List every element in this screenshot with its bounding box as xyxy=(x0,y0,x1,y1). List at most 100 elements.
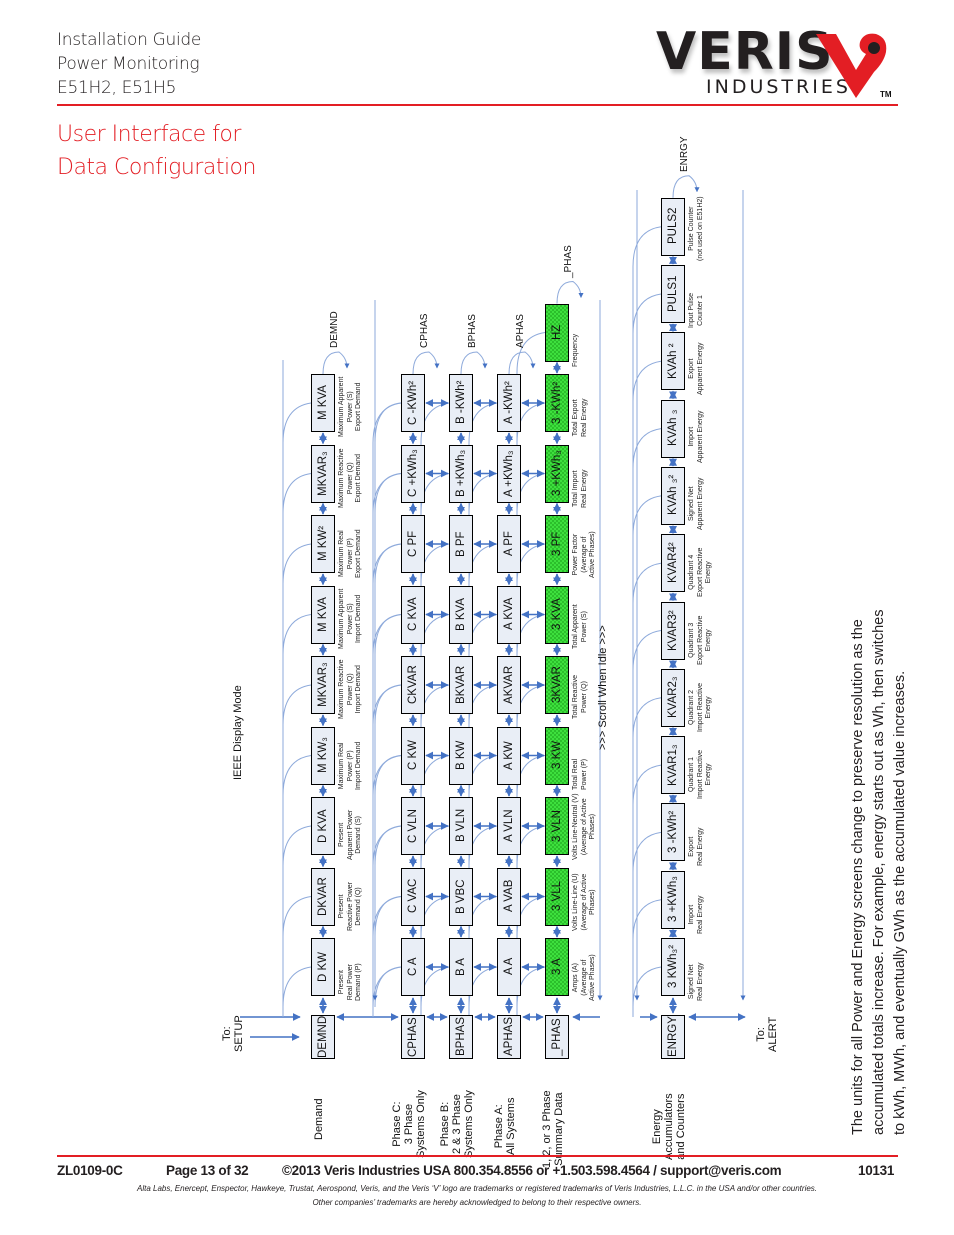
screen-energy-6[interactable]: KVAR4² xyxy=(661,534,685,593)
screen-summary-7[interactable]: 3 +KWh₃ xyxy=(545,444,569,503)
screen-demand-2-label: D KVA xyxy=(316,808,329,843)
screen-summary-3[interactable]: 3 KW xyxy=(545,726,569,785)
screen-summary-1[interactable]: 3 VLL xyxy=(545,867,569,926)
screen-phase-c-8[interactable]: C -KWh² xyxy=(401,374,425,432)
caption-energy-8-line: Import xyxy=(688,426,695,447)
to-alert-line-2: ALERT xyxy=(767,1016,779,1052)
screen-summary-2[interactable]: 3 VLN xyxy=(545,797,569,855)
menu-energy[interactable]: ENRGY xyxy=(661,1015,685,1059)
screen-phase-b-3[interactable]: B KW xyxy=(449,726,473,785)
menu-phase-c[interactable]: CPHAS xyxy=(401,1015,425,1059)
caption-summary-2: Volts Line-Neutral (V) (Average of Active… xyxy=(572,793,598,860)
screen-energy-2[interactable]: 3 -KWh² xyxy=(661,803,685,862)
screen-demand-2[interactable]: D KVA xyxy=(311,797,335,855)
screen-energy-8[interactable]: KVAh ₃ xyxy=(661,399,685,458)
screen-phase-b-5[interactable]: B KVA xyxy=(449,585,473,644)
caption-summary-8-line: Total Export xyxy=(572,399,579,437)
screen-phase-c-1[interactable]: C VAC xyxy=(401,867,425,926)
screen-summary-8[interactable]: 3 -KWh² xyxy=(545,374,569,432)
menu-summary[interactable]: _PHAS xyxy=(545,1015,569,1059)
screen-energy-1[interactable]: 3 +KWh₃ xyxy=(661,870,685,929)
screen-phase-a-6[interactable]: A PF xyxy=(497,515,521,573)
caption-demand-3-line: Import Demand xyxy=(355,741,362,790)
caption-demand-3-line: Power (P) xyxy=(346,749,354,781)
screen-phase-c-7[interactable]: C +KWh₃ xyxy=(401,444,425,503)
screen-phase-c-5[interactable]: C KVA xyxy=(401,585,425,644)
return-path xyxy=(282,684,312,1017)
screen-demand-6[interactable]: M KW² xyxy=(311,515,335,573)
screen-phase-c-2[interactable]: C VLN xyxy=(401,797,425,855)
screen-phase-c-6[interactable]: C PF xyxy=(401,515,425,573)
screen-energy-10[interactable]: PULS1 xyxy=(661,265,685,323)
screen-phase-c-4[interactable]: CKVAR xyxy=(401,656,425,714)
screen-phase-b-8[interactable]: B -KWh² xyxy=(449,374,473,432)
caption-summary-6: Power Factor (Average of Active Phases) xyxy=(572,531,598,578)
screen-summary-4[interactable]: 3KVAR xyxy=(545,656,569,714)
return-path xyxy=(374,755,402,796)
return-label-phase-c: CPHAS xyxy=(419,313,430,348)
screen-phase-c-3[interactable]: C KW xyxy=(401,726,425,785)
menu-phase-a[interactable]: APHAS xyxy=(497,1015,521,1059)
screen-energy-5[interactable]: KVAR3² xyxy=(661,601,685,660)
screen-phase-b-2[interactable]: B VLN xyxy=(449,797,473,855)
screen-demand-1[interactable]: DKVAR xyxy=(311,867,335,926)
caption-summary-7-line: Real Energy xyxy=(580,468,588,508)
screen-phase-b-4-label: BKVAR xyxy=(454,665,467,704)
screen-demand-4[interactable]: MKVAR₃ xyxy=(311,656,335,714)
screen-phase-a-1[interactable]: A VAB xyxy=(497,867,521,926)
screen-energy-0[interactable]: 3 KWh₃² xyxy=(661,938,685,996)
screen-phase-a-2[interactable]: A VLN xyxy=(497,797,521,855)
caption-summary-2-line: (Average of Active xyxy=(580,798,588,856)
screen-energy-3[interactable]: KVAR1₃ xyxy=(661,736,685,795)
screen-demand-0[interactable]: D KW xyxy=(311,938,335,996)
caption-demand-2-line: Apparent Power xyxy=(346,809,354,860)
screen-demand-5[interactable]: M KVA xyxy=(311,585,335,644)
screen-phase-a-8[interactable]: A -KWh² xyxy=(497,374,521,432)
screen-phase-a-7[interactable]: A +KWh₃ xyxy=(497,444,521,503)
return-path xyxy=(672,175,700,198)
screen-energy-7[interactable]: KVAh ₃² xyxy=(661,466,685,525)
caption-energy-4-line: Import Reactive xyxy=(696,682,704,732)
screen-phase-b-6[interactable]: B PF xyxy=(449,515,473,573)
screen-phase-a-3[interactable]: A KW xyxy=(497,726,521,785)
screen-demand-7[interactable]: MKVAR₃ xyxy=(311,444,335,503)
caption-energy-4-line: Quadrant 2 xyxy=(688,689,695,725)
caption-summary-1-line: Volts Line-Line (U) xyxy=(572,872,579,931)
caption-energy-11: Pulse Counter (not used on E51H2) xyxy=(688,196,705,261)
screen-energy-9-label: KVAh ² xyxy=(666,343,679,379)
screen-phase-c-3-label: C KW xyxy=(406,739,419,770)
screen-summary-5[interactable]: 3 KVA xyxy=(545,585,569,644)
screen-energy-11[interactable]: PULS2 xyxy=(661,197,685,256)
caption-demand-2: Present Apparent Power Demand (S) xyxy=(338,810,364,860)
screen-phase-b-1[interactable]: B VBC xyxy=(449,867,473,926)
screen-energy-9[interactable]: KVAh ² xyxy=(661,332,685,391)
return-label-summary: _PHAS xyxy=(563,244,574,278)
menu-phase-b[interactable]: BPHAS xyxy=(449,1015,473,1059)
screen-phase-a-5[interactable]: A KVA xyxy=(497,585,521,644)
screen-summary-0[interactable]: 3 A xyxy=(545,938,569,996)
screen-summary-9[interactable]: HZ xyxy=(545,303,569,362)
units-note-line-3: to kWh, MWh, and eventually GWh as the a… xyxy=(892,670,908,1135)
screen-summary-6[interactable]: 3 PF xyxy=(545,515,569,573)
screen-energy-4[interactable]: KVAR2₃ xyxy=(661,668,685,727)
screen-phase-b-4[interactable]: BKVAR xyxy=(449,656,473,714)
screen-phase-b-7[interactable]: B +KWh₃ xyxy=(449,444,473,503)
screen-energy-8-label: KVAh ₃ xyxy=(666,409,679,447)
screen-phase-a-4[interactable]: AKVAR xyxy=(497,656,521,714)
screen-phase-a-0[interactable]: A A xyxy=(497,938,521,996)
row-label-energy-line: Accumulators xyxy=(663,1093,675,1160)
caption-energy-5: Quadrant 3 Export Reactive Energy xyxy=(688,615,714,664)
screen-phase-c-1-label: C VAC xyxy=(406,878,419,913)
caption-demand-7-line: Power (Q) xyxy=(346,461,354,494)
return-path xyxy=(468,473,498,1017)
caption-energy-4: Quadrant 2 Import Reactive Energy xyxy=(688,683,714,732)
screen-demand-3[interactable]: M KW₃ xyxy=(311,726,335,785)
screen-phase-b-0[interactable]: B A xyxy=(449,938,473,996)
return-path xyxy=(468,614,498,1017)
menu-demand[interactable]: DEMND xyxy=(311,1015,335,1059)
screen-demand-8[interactable]: M KVA xyxy=(311,374,335,432)
return-path xyxy=(468,825,498,1017)
screen-phase-c-0[interactable]: C A xyxy=(401,938,425,996)
caption-demand-2-line: Demand (S) xyxy=(355,816,362,854)
return-path xyxy=(516,825,546,1017)
